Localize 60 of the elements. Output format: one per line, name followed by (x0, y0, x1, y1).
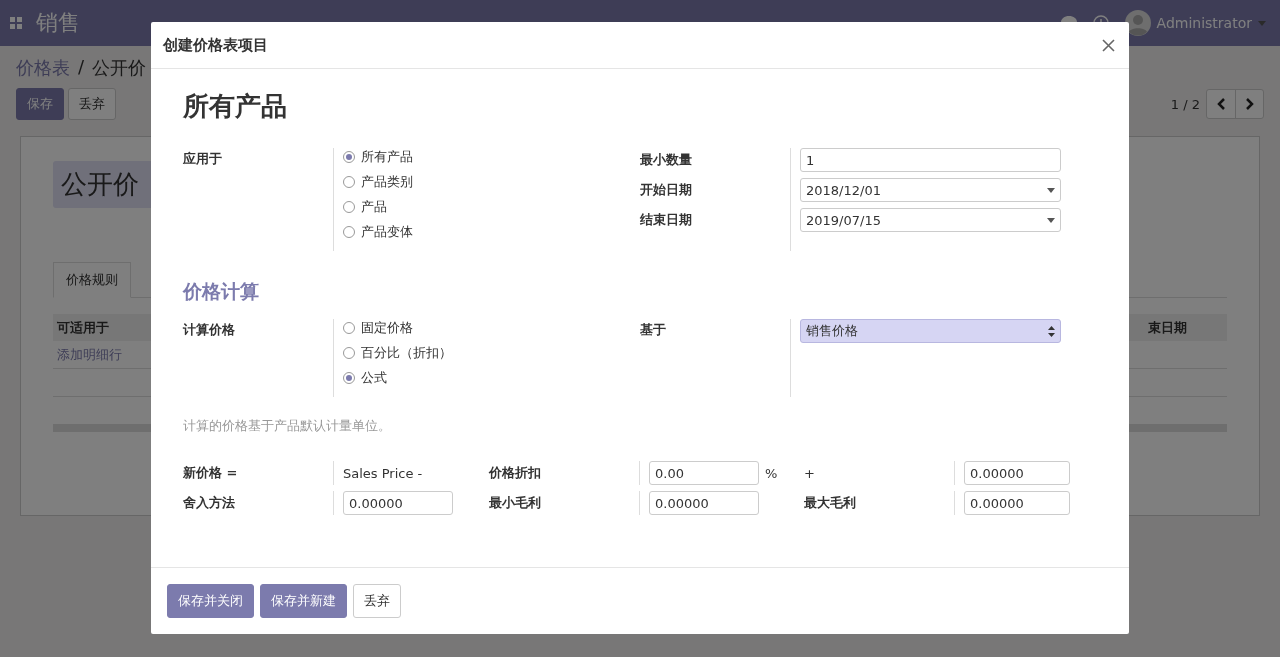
field-label: 舍入方法 (183, 494, 235, 512)
column-header[interactable]: 可适用于 (57, 318, 109, 337)
field-label: 新价格 = (183, 464, 238, 482)
pager-counter: 1 / 2 (1170, 96, 1200, 112)
record-heading: 所有产品 (183, 90, 288, 123)
select-field[interactable]: 销售价格 (800, 319, 1061, 343)
field-label: 最大毛利 (804, 494, 856, 512)
radio-button[interactable] (343, 372, 355, 384)
dialog-button[interactable]: 保存并关闭 (167, 584, 254, 618)
input-field[interactable]: 0.00000 (964, 461, 1070, 485)
input-field[interactable]: 0.00000 (964, 491, 1070, 515)
help-text: 计算的价格基于产品默认计量单位。 (183, 417, 392, 435)
close-button[interactable] (1100, 36, 1117, 54)
caret-icon (1047, 187, 1055, 193)
radio-label: 产品 (361, 198, 387, 216)
field-label: 价格折扣 (489, 464, 541, 482)
section-title: 价格计算 (183, 279, 260, 304)
formula-text: + (804, 465, 815, 481)
input-field[interactable]: 1 (800, 148, 1061, 172)
chevron-left-icon (1217, 98, 1225, 110)
action-button[interactable]: 丢弃 (68, 88, 116, 120)
formula-text: Sales Price - (343, 465, 423, 481)
column-header[interactable]: 束日期 (1148, 318, 1187, 337)
input-field[interactable]: 0.00000 (343, 491, 453, 515)
radio-label: 产品类别 (361, 173, 413, 191)
input-field[interactable]: 0.00000 (649, 491, 759, 515)
field-label: 结束日期 (640, 211, 692, 229)
radio-label: 产品变体 (361, 223, 413, 241)
date-field[interactable]: 2018/12/01 (800, 178, 1061, 202)
radio-label: 百分比（折扣） (361, 344, 452, 362)
caret-icon (1258, 20, 1266, 26)
breadcrumb-separator: / (78, 56, 85, 79)
chevron-right-icon (1245, 98, 1254, 110)
radio-label: 固定价格 (361, 319, 413, 337)
input-field[interactable]: 0.00 (649, 461, 759, 485)
app-title: 销售 (36, 9, 80, 37)
field-label: 最小毛利 (489, 494, 541, 512)
radio-button[interactable] (343, 151, 355, 163)
dialog-button[interactable]: 丢弃 (353, 584, 401, 618)
radio-button[interactable] (343, 322, 355, 334)
radio-button[interactable] (343, 201, 355, 213)
field-label: 基于 (640, 322, 666, 337)
radio-label: 公式 (361, 369, 387, 387)
dialog-title: 创建价格表项目 (163, 35, 268, 55)
date-field[interactable]: 2019/07/15 (800, 208, 1061, 232)
radio-button[interactable] (343, 347, 355, 359)
tab[interactable]: 价格规则 (53, 262, 131, 298)
field-label: 计算价格 (183, 322, 235, 337)
sort-caret-icon (1048, 325, 1055, 337)
field-label: 最小数量 (640, 151, 692, 169)
radio-button[interactable] (343, 176, 355, 188)
radio-label: 所有产品 (361, 148, 413, 166)
radio-button[interactable] (343, 226, 355, 238)
field-label: 开始日期 (640, 181, 692, 199)
field-label: 应用于 (183, 151, 222, 166)
apps-menu-icon[interactable] (10, 17, 22, 29)
caret-icon (1047, 217, 1055, 223)
unit-label: % (765, 465, 778, 481)
breadcrumb: 公开价 (92, 56, 147, 80)
dialog-button[interactable]: 保存并新建 (260, 584, 347, 618)
